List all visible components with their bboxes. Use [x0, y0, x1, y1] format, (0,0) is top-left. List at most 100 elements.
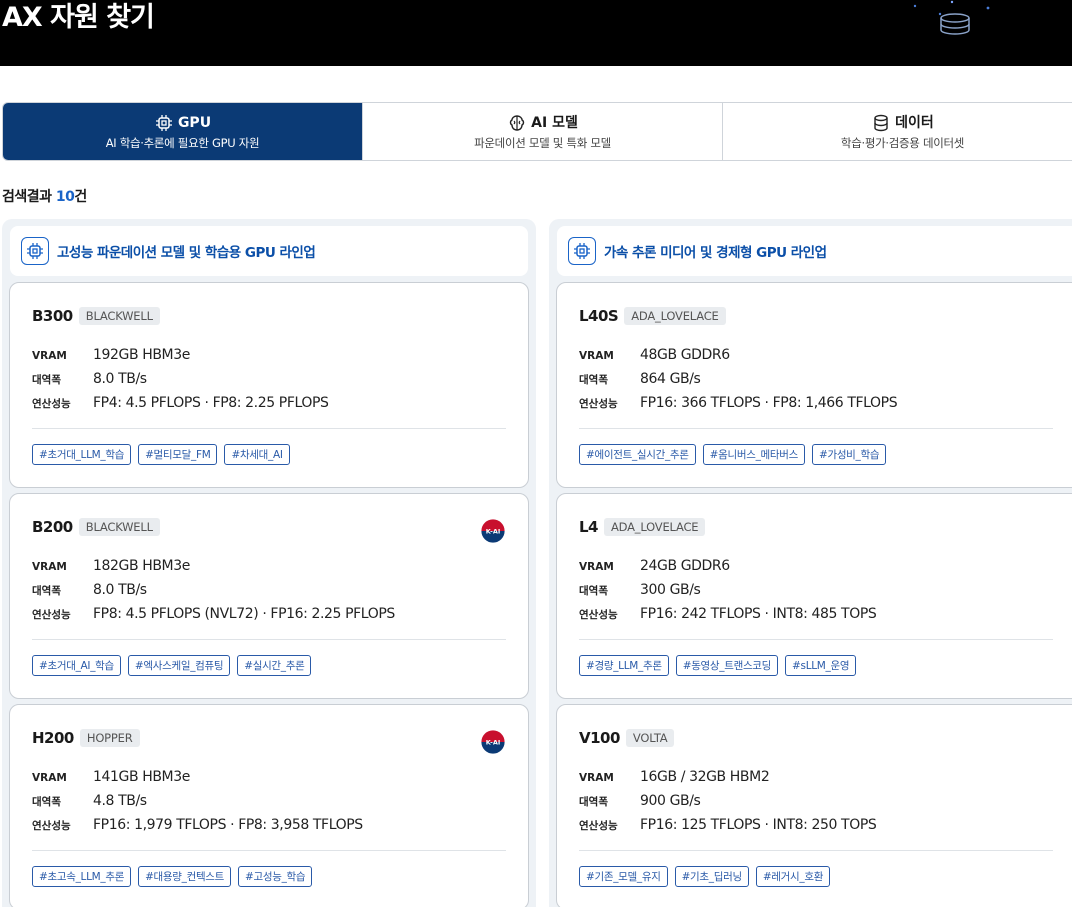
- database-illustration-icon: [913, 0, 990, 35]
- spec-performance: 연산성능 FP16: 1,979 TFLOPS · FP8: 3,958 TFL…: [32, 817, 363, 833]
- spec-performance: 연산성능 FP16: 125 TFLOPS · INT8: 250 TOPS: [579, 817, 877, 833]
- card-divider: [579, 428, 1053, 429]
- spec-bandwidth: 대역폭 4.8 TB/s: [32, 793, 147, 809]
- hashtag[interactable]: #실시간_추론: [237, 655, 312, 676]
- tag-list: #기존_모델_유지 #기초_딥러닝 #레거시_호환: [579, 866, 831, 887]
- gpu-model-name: B300: [32, 307, 73, 325]
- tag-list: #경량_LLM_추론 #동영상_트랜스코딩 #sLLM_운영: [579, 655, 857, 676]
- tab-ai-model[interactable]: AI 모델 파운데이션 모델 및 특화 모델: [363, 103, 723, 160]
- gpu-model-name: L40S: [579, 307, 619, 325]
- tab-gpu[interactable]: GPU AI 학습·추론에 필요한 GPU 자원: [3, 103, 363, 160]
- tab-data-subtitle: 학습·평가·검증용 데이터셋: [840, 135, 965, 150]
- hashtag[interactable]: #멀티모달_FM: [138, 444, 218, 465]
- hashtag[interactable]: #가성비_학습: [811, 444, 887, 465]
- hashtag[interactable]: #sLLM_운영: [785, 655, 857, 676]
- spec-label: 연산성능: [579, 398, 618, 410]
- architecture-badge: BLACKWELL: [78, 307, 160, 325]
- tab-gpu-subtitle: AI 학습·추론에 필요한 GPU 자원: [105, 135, 260, 150]
- hashtag[interactable]: #동영상_트랜스코딩: [675, 655, 779, 676]
- spec-label: 대역폭: [579, 585, 608, 597]
- chip-icon: [21, 237, 49, 265]
- hashtag[interactable]: #초거대_AI_학습: [32, 655, 121, 676]
- tag-list: #에이전트_실시간_추론 #옴니버스_메타버스 #가성비_학습: [579, 444, 887, 465]
- gpu-card[interactable]: B200 BLACKWELL K-AI VRAM 182GB HBM3e 대역폭…: [9, 493, 529, 699]
- tab-data[interactable]: 데이터 학습·평가·검증용 데이터셋: [723, 103, 1072, 160]
- gpu-card[interactable]: H200 HOPPER K-AI VRAM 141GB HBM3e 대역폭 4.…: [9, 704, 529, 907]
- gpu-column-high-performance: 고성능 파운데이션 모델 및 학습용 GPU 라인업 B300 BLACKWEL…: [2, 219, 536, 907]
- tab-ai-model-label: AI 모델: [531, 114, 578, 131]
- page-title: AX 자원 찾기: [2, 2, 155, 33]
- spec-vram: VRAM 24GB GDDR6: [579, 558, 730, 574]
- spec-value: 24GB GDDR6: [640, 558, 730, 574]
- spec-value: 192GB HBM3e: [93, 347, 190, 363]
- architecture-badge: ADA_LOVELACE: [624, 307, 726, 325]
- gpu-model-name: B200: [32, 518, 73, 536]
- spec-value: FP8: 4.5 PFLOPS (NVL72) · FP16: 2.25 PFL…: [93, 606, 395, 622]
- spec-vram: VRAM 16GB / 32GB HBM2: [579, 769, 770, 785]
- gpu-card[interactable]: L4 ADA_LOVELACE VRAM 24GB GDDR6 대역폭 300 …: [556, 493, 1072, 699]
- spec-value: 141GB HBM3e: [93, 769, 190, 785]
- hashtag[interactable]: #초고속_LLM_추론: [32, 866, 132, 887]
- spec-value: FP4: 4.5 PFLOPS · FP8: 2.25 PFLOPS: [93, 395, 329, 411]
- tab-gpu-label: GPU: [177, 114, 212, 131]
- tag-list: #초거대_LLM_학습 #멀티모달_FM #차세대_AI: [32, 444, 290, 465]
- spec-value: 4.8 TB/s: [93, 793, 147, 809]
- tag-list: #초고속_LLM_추론 #대용량_컨텍스트 #고성능_학습: [32, 866, 313, 887]
- hashtag[interactable]: #기존_모델_유지: [579, 866, 668, 887]
- result-prefix: 검색결과: [2, 189, 52, 205]
- spec-value: FP16: 1,979 TFLOPS · FP8: 3,958 TFLOPS: [93, 817, 363, 833]
- gpu-card[interactable]: B300 BLACKWELL VRAM 192GB HBM3e 대역폭 8.0 …: [9, 282, 529, 488]
- card-title: B200 BLACKWELL: [32, 518, 160, 536]
- hashtag[interactable]: #에이전트_실시간_추론: [579, 444, 696, 465]
- hashtag[interactable]: #경량_LLM_추론: [579, 655, 669, 676]
- spec-label: 대역폭: [579, 796, 608, 808]
- spec-value: 182GB HBM3e: [93, 558, 190, 574]
- card-divider: [579, 639, 1053, 640]
- tab-data-label: 데이터: [895, 114, 934, 131]
- gpu-card[interactable]: V100 VOLTA VRAM 16GB / 32GB HBM2 대역폭 900…: [556, 704, 1072, 907]
- hashtag[interactable]: #레거시_호환: [755, 866, 831, 887]
- architecture-badge: ADA_LOVELACE: [604, 518, 706, 536]
- hashtag[interactable]: #기초_딥러닝: [674, 866, 749, 887]
- spec-value: 16GB / 32GB HBM2: [640, 769, 770, 785]
- hashtag[interactable]: #옴니버스_메타버스: [702, 444, 805, 465]
- card-title: H200 HOPPER: [32, 729, 140, 747]
- spec-label: 대역폭: [32, 374, 61, 386]
- spec-vram: VRAM 182GB HBM3e: [32, 558, 190, 574]
- architecture-badge: HOPPER: [79, 729, 140, 747]
- hashtag[interactable]: #초거대_LLM_학습: [32, 444, 132, 465]
- card-divider: [32, 428, 506, 429]
- gpu-card[interactable]: L40S ADA_LOVELACE VRAM 48GB GDDR6 대역폭 86…: [556, 282, 1072, 488]
- hashtag[interactable]: #차세대_AI: [224, 444, 290, 465]
- spec-value: 864 GB/s: [640, 371, 701, 387]
- spec-value: 900 GB/s: [640, 793, 701, 809]
- hashtag[interactable]: #고성능_학습: [238, 866, 313, 887]
- card-divider: [579, 850, 1053, 851]
- brain-icon: [509, 114, 525, 131]
- spec-vram: VRAM 192GB HBM3e: [32, 347, 190, 363]
- spec-label: 대역폭: [32, 796, 61, 808]
- result-suffix: 건: [74, 189, 87, 205]
- spec-label: 연산성능: [32, 609, 71, 621]
- column-header: 가속 추론 미디어 및 경제형 GPU 라인업: [557, 226, 1072, 276]
- spec-performance: 연산성능 FP8: 4.5 PFLOPS (NVL72) · FP16: 2.2…: [32, 606, 395, 622]
- spec-label: 연산성능: [32, 398, 71, 410]
- column-title: 고성능 파운데이션 모델 및 학습용 GPU 라인업: [57, 245, 316, 261]
- hashtag[interactable]: #대용량_컨텍스트: [138, 866, 232, 887]
- card-title: V100 VOLTA: [579, 729, 675, 747]
- k-ai-badge-icon: K-AI: [480, 518, 506, 544]
- spec-label: 연산성능: [579, 820, 618, 832]
- card-divider: [32, 639, 506, 640]
- hashtag[interactable]: #엑사스케일_컴퓨팅: [127, 655, 231, 676]
- tag-list: #초거대_AI_학습 #엑사스케일_컴퓨팅 #실시간_추론: [32, 655, 312, 676]
- spec-bandwidth: 대역폭 8.0 TB/s: [32, 371, 147, 387]
- spec-label: VRAM: [32, 350, 67, 362]
- spec-label: VRAM: [32, 772, 67, 784]
- card-title: B300 BLACKWELL: [32, 307, 160, 325]
- gpu-model-name: V100: [579, 729, 620, 747]
- gpu-model-name: L4: [579, 518, 599, 536]
- spec-value: 8.0 TB/s: [93, 371, 147, 387]
- gpu-column-inference-economy: 가속 추론 미디어 및 경제형 GPU 라인업 L40S ADA_LOVELAC…: [549, 219, 1072, 907]
- spec-performance: 연산성능 FP16: 242 TFLOPS · INT8: 485 TOPS: [579, 606, 877, 622]
- spec-label: 연산성능: [579, 609, 618, 621]
